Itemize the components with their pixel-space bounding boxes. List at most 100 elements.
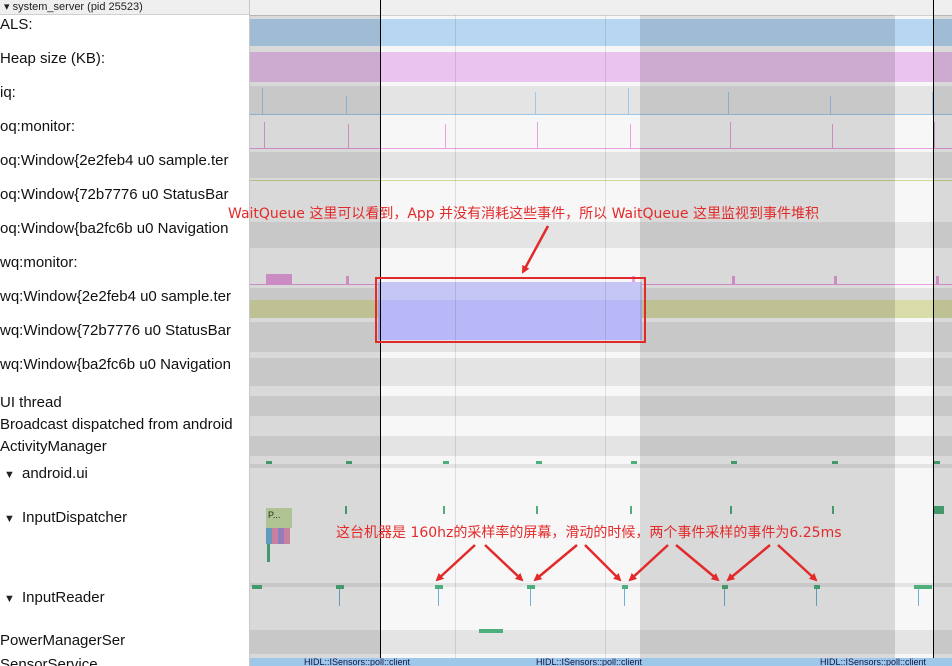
track-label[interactable]: UI thread: [0, 394, 62, 412]
track-label[interactable]: oq:Window{2e2feb4 u0 sample.ter: [0, 152, 228, 170]
iq-spike[interactable]: [346, 96, 347, 114]
oq-spike[interactable]: [934, 122, 935, 148]
android-ui-slice[interactable]: [631, 461, 637, 464]
track-label[interactable]: ActivityManager: [0, 438, 107, 456]
sampling-annotation: 这台机器是 160hz的采样率的屏幕，滑动的时候，两个事件采样的事件为6.25m…: [336, 525, 842, 541]
input-reader-slice[interactable]: [722, 585, 728, 589]
process-header[interactable]: ▾ system_server (pid 25523): [0, 0, 249, 15]
track-name: oq:Window{ba2fc6b u0 Navigation: [0, 220, 229, 237]
expand-toggle-icon[interactable]: ▼: [0, 466, 22, 484]
sensor-slice-label[interactable]: HIDL::ISensors::poll::client: [304, 658, 410, 666]
oq-spike[interactable]: [832, 124, 833, 148]
input-reader-tick[interactable]: [530, 589, 531, 606]
iq-spike[interactable]: [728, 92, 729, 114]
wq-monitor-block[interactable]: [834, 276, 837, 284]
input-reader-tick[interactable]: [918, 589, 919, 606]
iq-spike[interactable]: [628, 88, 629, 114]
iq-spike[interactable]: [830, 96, 831, 114]
track-name: iq:: [0, 84, 16, 101]
thread-group-label[interactable]: ▼ android.ui: [0, 465, 88, 484]
input-dispatcher-child[interactable]: [267, 544, 270, 562]
oq-window-track[interactable]: [250, 152, 952, 178]
input-dispatcher-mark[interactable]: [630, 506, 632, 514]
time-ruler[interactable]: [250, 0, 952, 16]
sensor-slice-label[interactable]: HIDL::ISensors::poll::client: [536, 658, 642, 666]
track-label[interactable]: wq:Window{72b7776 u0 StatusBar: [0, 322, 231, 340]
activitymanager-track[interactable]: [250, 436, 952, 456]
track-label[interactable]: SensorService: [0, 656, 98, 666]
selection-end-marker[interactable]: [933, 0, 934, 666]
oq-spike[interactable]: [264, 122, 265, 148]
inputreader-track[interactable]: [250, 583, 952, 587]
input-reader-slice[interactable]: [914, 585, 932, 589]
input-dispatcher-mark[interactable]: [536, 506, 538, 514]
oq-spike[interactable]: [445, 124, 446, 148]
android-ui-slice[interactable]: [346, 461, 352, 464]
android-ui-slice[interactable]: [443, 461, 449, 464]
android-ui-slice[interactable]: [731, 461, 737, 464]
thread-group-label[interactable]: ▼ InputDispatcher: [0, 509, 127, 528]
android-ui-track[interactable]: [250, 464, 952, 468]
iq-track[interactable]: [250, 86, 952, 114]
android-ui-slice[interactable]: [934, 461, 940, 464]
oq-nav-track[interactable]: [250, 222, 952, 248]
track-name: wq:Window{ba2fc6b u0 Navigation: [0, 356, 231, 373]
ui-thread-track[interactable]: [250, 396, 952, 416]
input-reader-tick[interactable]: [339, 589, 340, 606]
input-dispatcher-slice[interactable]: P...: [266, 508, 292, 528]
track-label[interactable]: iq:: [0, 84, 16, 102]
heap-counter-track[interactable]: [250, 52, 952, 82]
track-label[interactable]: oq:Window{72b7776 u0 StatusBar: [0, 186, 229, 204]
input-reader-slice[interactable]: [814, 585, 820, 589]
oq-spike[interactable]: [730, 122, 731, 148]
track-name: ActivityManager: [0, 438, 107, 455]
wq-nav-track[interactable]: [250, 358, 952, 386]
input-dispatcher-mark[interactable]: [345, 506, 347, 514]
input-reader-slice[interactable]: [252, 585, 262, 589]
input-dispatcher-mark[interactable]: [934, 506, 944, 514]
powermanager-slice[interactable]: [479, 629, 503, 633]
track-name: wq:Window{2e2feb4 u0 sample.ter: [0, 288, 231, 305]
oq-spike[interactable]: [348, 124, 349, 148]
input-reader-slice[interactable]: [622, 585, 628, 589]
track-label[interactable]: Broadcast dispatched from android: [0, 416, 233, 434]
android-ui-slice[interactable]: [536, 461, 542, 464]
wq-monitor-block[interactable]: [266, 274, 292, 284]
expand-toggle-icon[interactable]: ▼: [0, 590, 22, 608]
iq-spike[interactable]: [535, 92, 536, 114]
android-ui-slice[interactable]: [266, 461, 272, 464]
oq-spike[interactable]: [630, 124, 631, 148]
powermanager-track[interactable]: [250, 630, 952, 654]
input-reader-tick[interactable]: [438, 589, 439, 606]
thread-group-label[interactable]: ▼ InputReader: [0, 589, 105, 608]
input-dispatcher-mark[interactable]: [443, 506, 445, 514]
wq-monitor-block[interactable]: [732, 276, 735, 284]
input-dispatcher-mark[interactable]: [730, 506, 732, 514]
wq-monitor-block[interactable]: [936, 276, 939, 284]
track-label[interactable]: oq:Window{ba2fc6b u0 Navigation: [0, 220, 229, 238]
input-dispatcher-mark[interactable]: [832, 506, 834, 514]
input-reader-tick[interactable]: [724, 589, 725, 606]
input-reader-slice[interactable]: [435, 585, 443, 589]
als-counter-track[interactable]: [250, 19, 952, 46]
track-label[interactable]: wq:Window{2e2feb4 u0 sample.ter: [0, 288, 231, 306]
iq-spike[interactable]: [262, 88, 263, 114]
track-label[interactable]: oq:monitor:: [0, 118, 75, 136]
oq-window-baseline: [250, 180, 952, 181]
oq-spike[interactable]: [537, 122, 538, 148]
track-label[interactable]: ALS:: [0, 16, 33, 34]
input-reader-slice[interactable]: [336, 585, 344, 589]
wq-monitor-block[interactable]: [346, 276, 349, 284]
android-ui-slice[interactable]: [832, 461, 838, 464]
track-label[interactable]: wq:monitor:: [0, 254, 78, 272]
input-dispatcher-child[interactable]: [284, 528, 290, 544]
input-reader-tick[interactable]: [624, 589, 625, 606]
waitqueue-annotation: WaitQueue 这里可以看到，App 并没有消耗这些事件，所以 WaitQu…: [228, 206, 819, 222]
input-reader-tick[interactable]: [816, 589, 817, 606]
input-reader-slice[interactable]: [527, 585, 535, 589]
sensor-slice-label[interactable]: HIDL::ISensors::poll::client: [820, 658, 926, 666]
track-label[interactable]: wq:Window{ba2fc6b u0 Navigation: [0, 356, 231, 374]
expand-toggle-icon[interactable]: ▼: [0, 510, 22, 528]
track-label[interactable]: PowerManagerSer: [0, 632, 125, 650]
track-label[interactable]: Heap size (KB):: [0, 50, 105, 68]
